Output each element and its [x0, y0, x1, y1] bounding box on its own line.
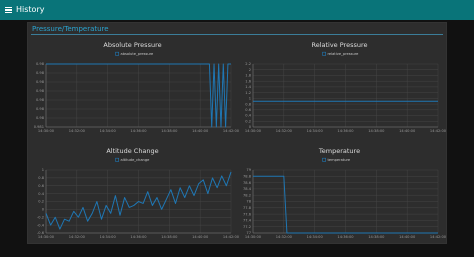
x-tick-label: 14:38:00 — [368, 235, 385, 239]
y-tick-label: 0.98 — [36, 62, 45, 66]
absolute-pressure-chart: Absolute Pressureabsolute_pressure0.9810… — [34, 41, 240, 133]
x-tick-label: 14:42:00 — [430, 235, 447, 239]
chart-title: Absolute Pressure — [103, 41, 161, 49]
y-tick-label: 0.4 — [245, 114, 251, 118]
y-tick-label: 0.2 — [38, 200, 44, 204]
x-tick-label: 14:30:00 — [38, 129, 55, 133]
chart-title: Temperature — [318, 147, 360, 155]
y-tick-label: 78.2 — [243, 193, 251, 197]
x-tick-label: 14:38:00 — [368, 129, 385, 133]
y-tick-label: 1.6 — [245, 79, 251, 83]
y-tick-label: 78.6 — [243, 181, 252, 185]
y-tick-label: 0.6 — [38, 184, 44, 188]
y-tick-label: 0.98 — [36, 80, 45, 84]
x-tick-label: 14:30:00 — [38, 235, 55, 239]
chart-title: Relative Pressure — [311, 41, 367, 49]
x-tick-label: 14:38:00 — [161, 235, 178, 239]
relative-pressure-chart: Relative Pressurerelative_pressure00.20.… — [245, 41, 447, 133]
y-tick-label: 78.8 — [243, 175, 252, 179]
y-tick-label: 1.2 — [245, 91, 251, 95]
legend-swatch[interactable] — [322, 157, 327, 162]
legend-label: altitude_change — [121, 158, 151, 162]
x-tick-label: 14:38:00 — [161, 129, 178, 133]
y-tick-label: 0.98 — [36, 107, 45, 111]
x-tick-label: 14:36:00 — [337, 129, 354, 133]
y-tick-label: 0 — [42, 208, 45, 212]
x-tick-label: 14:36:00 — [130, 129, 147, 133]
y-tick-label: 77.6 — [243, 212, 252, 216]
legend-label: absolute_pressure — [121, 52, 155, 56]
y-tick-label: 77.4 — [243, 219, 252, 223]
y-tick-label: 77.2 — [243, 225, 251, 229]
x-tick-label: 14:34:00 — [100, 129, 117, 133]
y-tick-label: 0.98 — [36, 89, 45, 93]
y-tick-label: 0.6 — [245, 108, 251, 112]
temperature-chart: Temperaturetemperature7777.277.477.677.8… — [243, 147, 447, 239]
x-tick-label: 14:32:00 — [276, 129, 293, 133]
y-tick-label: 0.98 — [36, 98, 45, 102]
x-tick-label: 14:34:00 — [307, 129, 324, 133]
x-tick-label: 14:34:00 — [307, 235, 324, 239]
legend-swatch[interactable] — [115, 157, 120, 162]
y-tick-label: 79 — [246, 168, 251, 172]
x-tick-label: 14:36:00 — [130, 235, 147, 239]
y-tick-label: 1.4 — [245, 85, 251, 89]
altitude-change-chart: Altitude Changealtitude_change-0.6-0.4-0… — [37, 147, 240, 239]
x-tick-label: 14:40:00 — [192, 129, 209, 133]
legend-label: relative_pressure — [328, 52, 360, 56]
legend-swatch[interactable] — [115, 51, 120, 56]
group-divider — [31, 34, 443, 35]
y-tick-label: 77.8 — [243, 206, 252, 210]
y-tick-label: -0.2 — [37, 215, 44, 219]
y-tick-label: 0.98 — [36, 116, 45, 120]
y-tick-label: 0.8 — [38, 176, 44, 180]
y-tick-label: 1.8 — [245, 74, 251, 78]
x-tick-label: 14:32:00 — [276, 235, 293, 239]
y-tick-label: 0.8 — [245, 102, 251, 106]
x-tick-label: 14:42:00 — [430, 129, 447, 133]
top-bar: History — [0, 0, 474, 20]
x-tick-label: 14:34:00 — [100, 235, 117, 239]
chart-title: Altitude Change — [106, 147, 158, 155]
group-title: Pressure/Temperature — [32, 25, 109, 33]
x-tick-label: 14:32:00 — [69, 235, 86, 239]
y-tick-label: 2.2 — [245, 62, 251, 66]
y-tick-label: -0.4 — [37, 223, 45, 227]
menu-icon[interactable] — [5, 7, 12, 13]
x-tick-label: 14:40:00 — [192, 235, 209, 239]
legend-swatch[interactable] — [322, 51, 327, 56]
page-title: History — [16, 5, 45, 14]
y-tick-label: 78 — [246, 200, 251, 204]
x-tick-label: 14:32:00 — [69, 129, 86, 133]
y-tick-label: 0.98 — [36, 71, 45, 75]
x-tick-label: 14:30:00 — [245, 129, 262, 133]
y-tick-label: 78.4 — [243, 187, 252, 191]
x-tick-label: 14:30:00 — [245, 235, 262, 239]
y-tick-label: 2 — [249, 68, 251, 72]
x-tick-label: 14:40:00 — [399, 129, 416, 133]
y-tick-label: 1 — [249, 97, 251, 101]
x-tick-label: 14:40:00 — [399, 235, 416, 239]
legend-label: temperature — [328, 158, 351, 162]
x-tick-label: 14:36:00 — [337, 235, 354, 239]
y-tick-label: 0.2 — [245, 119, 251, 123]
y-tick-label: 0.4 — [38, 192, 44, 196]
y-tick-label: 1 — [42, 168, 44, 172]
